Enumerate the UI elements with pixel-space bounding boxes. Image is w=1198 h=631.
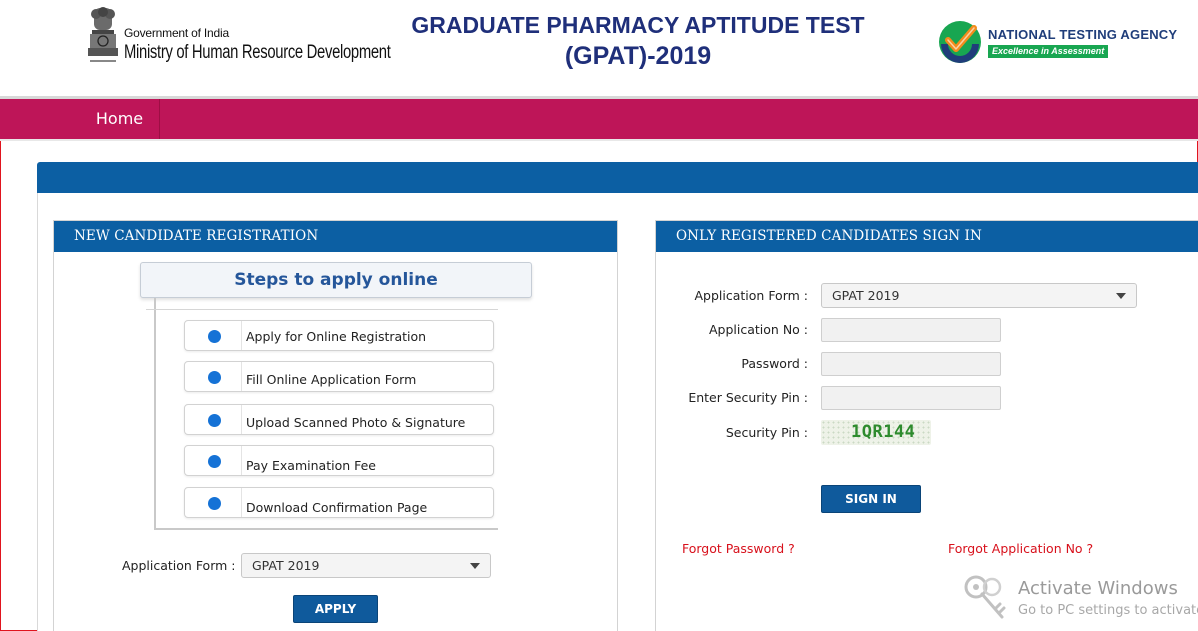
step-label: Apply for Online Registration [246, 329, 427, 344]
step-separator [241, 488, 242, 517]
registration-heading: NEW CANDIDATE REGISTRATION [54, 221, 617, 252]
password-label: Password : [741, 356, 808, 371]
nav-divider-bottom [0, 139, 1198, 141]
step-label: Pay Examination Fee [246, 458, 376, 473]
nta-logo-icon [939, 21, 981, 63]
bullet-dot-icon [208, 330, 221, 343]
select-value: GPAT 2019 [252, 558, 320, 573]
nav-bar: Home [0, 99, 1198, 139]
page-title: GRADUATE PHARMACY APTITUDE TEST [411, 12, 865, 38]
step-label: Fill Online Application Form [246, 372, 417, 387]
nta-tagline: Excellence in Assessment [988, 45, 1108, 58]
steps-connector-top [146, 309, 498, 310]
chevron-down-icon [1116, 293, 1126, 299]
step-label: Download Confirmation Page [246, 500, 428, 515]
main-panel-header [37, 162, 1198, 193]
application-no-label: Application No : [709, 322, 808, 337]
step-separator [241, 321, 242, 350]
signin-button[interactable]: SIGN IN [821, 485, 921, 513]
enter-security-pin-label: Enter Security Pin : [688, 390, 808, 405]
step-item: Apply for Online Registration [184, 320, 494, 351]
step-item: Pay Examination Fee [184, 445, 494, 476]
chevron-down-icon [470, 563, 480, 569]
activate-windows-title: Activate Windows [1018, 578, 1178, 599]
signin-heading: ONLY REGISTERED CANDIDATES SIGN IN [656, 221, 1198, 252]
page-subtitle: (GPAT)-2019 [564, 42, 712, 70]
bullet-dot-icon [208, 455, 221, 468]
steps-title: Steps to apply online [140, 262, 532, 298]
step-label: Upload Scanned Photo & Signature [246, 415, 466, 430]
site-header: Government of India Ministry of Human Re… [0, 0, 1198, 96]
captcha-image: 1QR144 [821, 420, 931, 445]
step-separator [241, 446, 242, 475]
step-item: Fill Online Application Form [184, 361, 494, 392]
step-item: Upload Scanned Photo & Signature [184, 404, 494, 435]
steps-connector [154, 298, 156, 529]
registration-application-form-select[interactable]: GPAT 2019 [241, 553, 491, 578]
step-separator [241, 362, 242, 391]
step-item: Download Confirmation Page [184, 487, 494, 518]
gov-line1: Government of India [124, 26, 229, 40]
nav-item-home[interactable]: Home [80, 99, 160, 139]
forgot-application-no-link[interactable]: Forgot Application No ? [948, 541, 1093, 556]
bullet-dot-icon [208, 414, 221, 427]
password-input[interactable] [821, 352, 1001, 376]
step-separator [241, 405, 242, 434]
activate-windows-subtitle: Go to PC settings to activate Windows. [1018, 603, 1198, 618]
application-form-label: Application Form : [122, 558, 236, 573]
security-pin-label: Security Pin : [725, 425, 808, 440]
forgot-password-link[interactable]: Forgot Password ? [682, 541, 795, 556]
steps-connector-bottom [154, 528, 498, 530]
security-pin-input[interactable] [821, 386, 1001, 410]
nta-name: NATIONAL TESTING AGENCY [988, 27, 1178, 42]
captcha-text: 1QR144 [851, 422, 916, 442]
bullet-dot-icon [208, 497, 221, 510]
signin-application-form-select[interactable]: GPAT 2019 [821, 283, 1137, 308]
key-icon [964, 575, 1006, 619]
bullet-dot-icon [208, 371, 221, 384]
select-value: GPAT 2019 [832, 288, 900, 303]
apply-button[interactable]: APPLY [293, 595, 378, 623]
signin-application-form-label: Application Form : [694, 288, 809, 303]
national-emblem-icon [88, 7, 118, 62]
application-no-input[interactable] [821, 318, 1001, 342]
